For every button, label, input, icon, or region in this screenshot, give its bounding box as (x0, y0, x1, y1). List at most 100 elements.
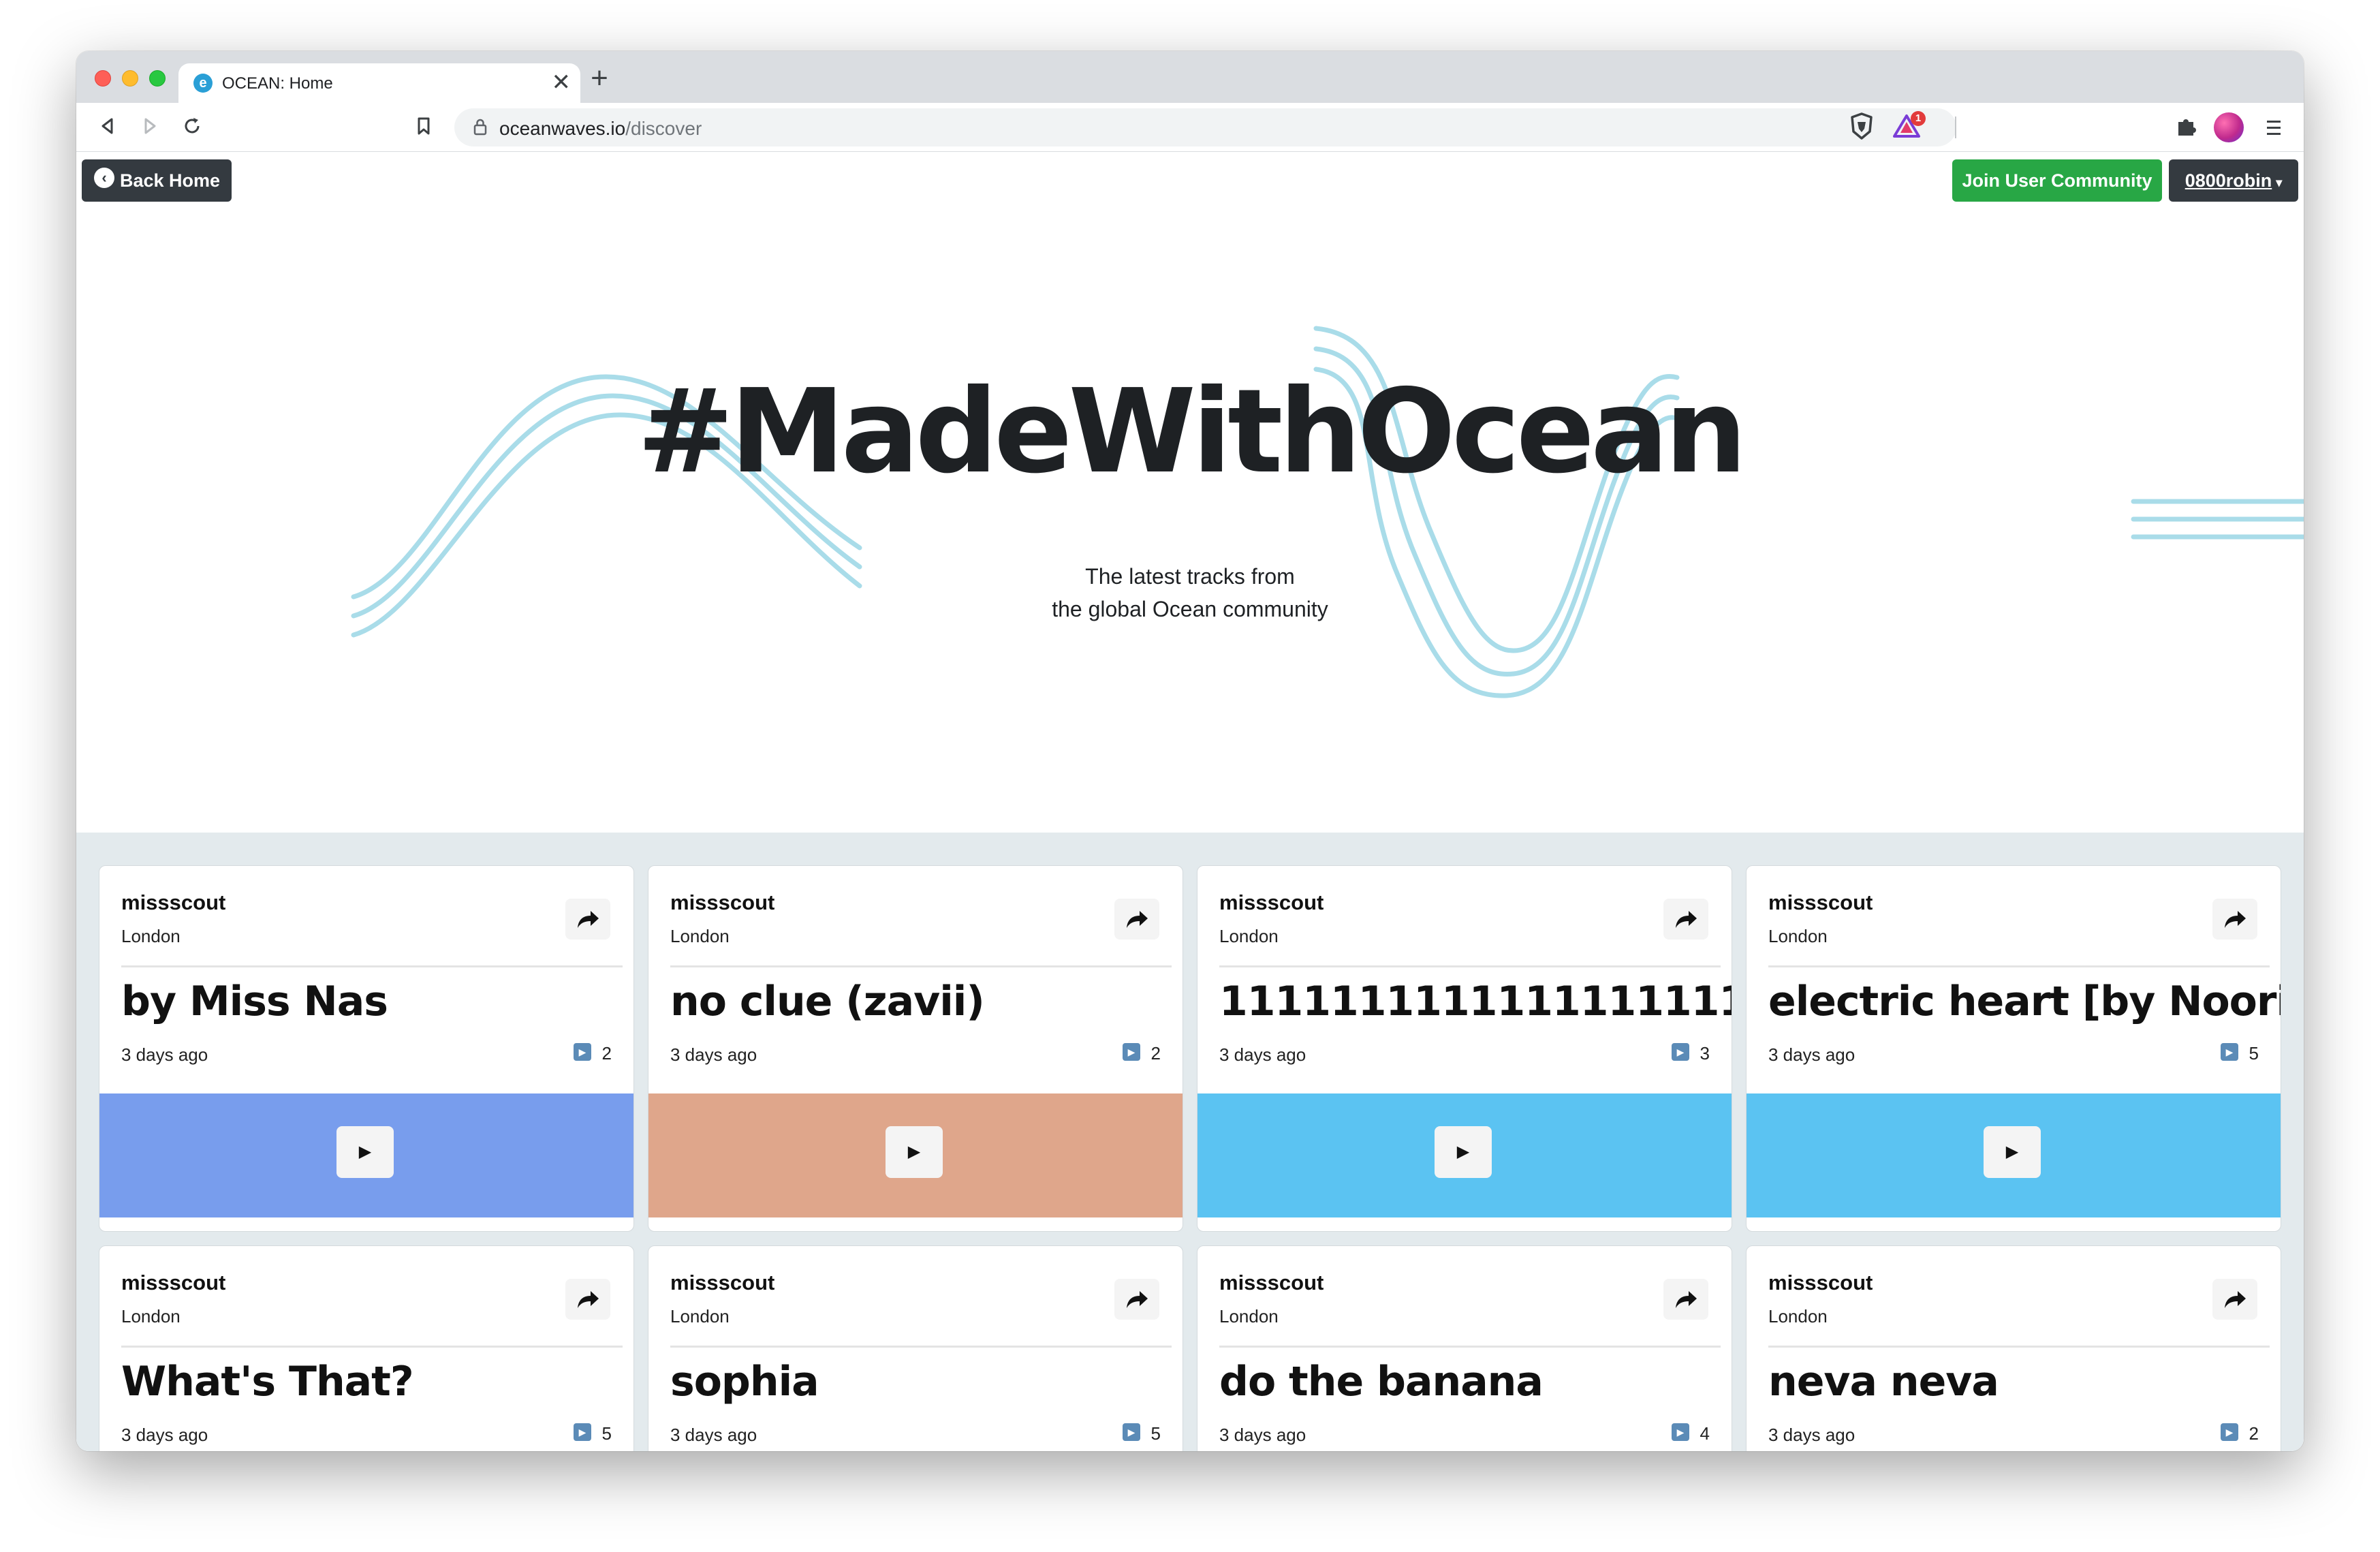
hero-title: #MadeWithOcean (637, 364, 1747, 499)
close-window-button[interactable] (95, 70, 111, 87)
play-icon[interactable]: ▶ (886, 1126, 943, 1178)
lock-icon (473, 119, 487, 136)
track-author[interactable]: missscout (1768, 890, 1873, 915)
reload-icon[interactable] (178, 112, 206, 140)
share-icon[interactable] (2212, 899, 2257, 940)
track-card[interactable]: missscoutLondonWhat's That?3 days ago▶5▶ (99, 1245, 634, 1451)
browser-menu-icon[interactable] (2261, 112, 2286, 142)
ocean-favicon-icon: e (193, 74, 213, 93)
page-content: ‹ Back Home Join User Community 0800robi… (76, 153, 2304, 1451)
play-count: 2 (1150, 1043, 1161, 1064)
browser-toolbar: oceanwaves.io/discover (76, 103, 2304, 152)
play-count-icon: ▶ (1123, 1423, 1140, 1441)
play-count-icon: ▶ (1672, 1043, 1689, 1061)
track-location: London (1768, 926, 1828, 946)
brave-shield-icon[interactable] (1849, 112, 1874, 140)
track-location: London (1219, 926, 1279, 946)
play-icon[interactable]: ▶ (1984, 1126, 2041, 1178)
track-author[interactable]: missscout (1768, 1271, 1873, 1295)
share-icon[interactable] (1114, 899, 1159, 940)
new-tab-button[interactable]: + (586, 63, 613, 93)
card-divider (670, 965, 1172, 967)
card-divider (1219, 1346, 1721, 1348)
tab-title: OCEAN: Home (222, 74, 333, 93)
track-posted-time: 3 days ago (1219, 1044, 1306, 1065)
track-author[interactable]: missscout (121, 1271, 225, 1295)
tracks-grid: missscout London by Miss Nas 3 days ago ▶ 2 ▶ m… (76, 833, 2304, 1451)
track-author[interactable]: missscout (121, 890, 225, 915)
track-author[interactable]: missscout (1219, 890, 1324, 915)
omnibox-separator (1955, 117, 1956, 138)
share-icon[interactable] (1663, 899, 1708, 940)
bookmark-icon[interactable] (410, 112, 437, 140)
track-card[interactable]: missscout London electric heart [by Noori]… (1746, 865, 2281, 1232)
play-count: 2 (601, 1043, 612, 1064)
track-title[interactable]: do the banana (1219, 1358, 1732, 1406)
play-count-icon: ▶ (2221, 1043, 2238, 1061)
play-icon[interactable]: ▶ (1435, 1126, 1492, 1178)
card-divider (670, 1346, 1172, 1348)
share-icon[interactable] (1114, 1279, 1159, 1320)
hero-subtitle-line2: the global Ocean community (1052, 597, 1328, 621)
track-author[interactable]: missscout (670, 890, 774, 915)
share-icon[interactable] (2212, 1279, 2257, 1320)
url-text: oceanwaves.io/discover (499, 118, 702, 139)
tab-ocean-home[interactable]: e OCEAN: Home ✕ (178, 63, 580, 103)
track-author[interactable]: missscout (1219, 1271, 1324, 1295)
hero-subtitle-line1: The latest tracks from (1085, 564, 1295, 589)
play-count-icon: ▶ (574, 1423, 591, 1441)
share-icon[interactable] (1663, 1279, 1708, 1320)
browser-window: e OCEAN: Home ✕ + oceanwaves.io/discover (76, 51, 2304, 1451)
track-title[interactable]: sophia (670, 1358, 1183, 1406)
extensions-puzzle-icon[interactable] (2174, 114, 2199, 138)
track-location: London (1219, 1306, 1279, 1326)
profile-avatar[interactable] (2214, 112, 2244, 142)
track-card[interactable]: missscout London no clue (zavii) 3 days ago… (648, 865, 1183, 1232)
hero-subtitle: The latest tracks from the global Ocean … (76, 560, 2304, 625)
track-posted-time: 3 days ago (1768, 1044, 1856, 1065)
track-title[interactable]: What's That? (121, 1358, 633, 1406)
minimize-window-button[interactable] (122, 70, 138, 87)
track-author[interactable]: missscout (670, 1271, 774, 1295)
track-posted-time: 3 days ago (1219, 1425, 1306, 1445)
play-count-icon: ▶ (574, 1043, 591, 1061)
track-posted-time: 3 days ago (121, 1044, 208, 1065)
play-count-icon: ▶ (2221, 1423, 2238, 1441)
track-location: London (670, 1306, 730, 1326)
maximize-window-button[interactable] (149, 70, 166, 87)
play-count: 5 (601, 1423, 612, 1444)
track-card[interactable]: missscout London do the banana 3 days ago ▶ 4… (1197, 1245, 1732, 1451)
tab-strip: e OCEAN: Home ✕ + (76, 51, 2304, 103)
share-icon[interactable] (565, 899, 610, 940)
play-count: 3 (1700, 1043, 1710, 1064)
back-arrow-icon[interactable] (94, 112, 121, 140)
play-count-icon: ▶ (1123, 1043, 1140, 1061)
track-posted-time: 3 days ago (121, 1425, 208, 1445)
track-title[interactable]: neva neva (1768, 1358, 2281, 1406)
card-divider (121, 1346, 623, 1348)
track-card[interactable]: missscoutLondonneva neva3 days ago▶2▶ (1746, 1245, 2281, 1451)
track-posted-time: 3 days ago (670, 1044, 757, 1065)
card-divider (1768, 965, 2270, 967)
card-divider (121, 965, 623, 967)
tab-close-icon[interactable]: ✕ (552, 70, 571, 95)
track-posted-time: 3 days ago (670, 1425, 757, 1445)
address-bar[interactable]: oceanwaves.io/discover (454, 108, 1956, 146)
track-card[interactable]: missscout London 11111111111111111111 3 day… (1197, 865, 1732, 1232)
play-icon[interactable]: ▶ (336, 1126, 394, 1178)
track-title[interactable]: electric heart [by Noori] (1768, 978, 2281, 1025)
track-title[interactable]: by Miss Nas (121, 978, 633, 1025)
track-title[interactable]: 11111111111111111111 (1219, 978, 1732, 1025)
play-count: 2 (2249, 1423, 2259, 1444)
play-count-icon: ▶ (1672, 1423, 1689, 1441)
track-card[interactable]: missscout London by Miss Nas 3 days ago ▶ 2 ▶ (99, 865, 634, 1232)
play-count: 5 (1150, 1423, 1161, 1444)
track-location: London (670, 926, 730, 946)
track-card[interactable]: missscoutLondonsophia3 days ago▶5▶ (648, 1245, 1183, 1451)
forward-arrow-icon[interactable] (136, 112, 163, 140)
rewards-badge: 1 (1911, 111, 1926, 126)
track-location: London (1768, 1306, 1828, 1326)
track-title[interactable]: no clue (zavii) (670, 978, 1183, 1025)
track-location: London (121, 926, 181, 946)
share-icon[interactable] (565, 1279, 610, 1320)
